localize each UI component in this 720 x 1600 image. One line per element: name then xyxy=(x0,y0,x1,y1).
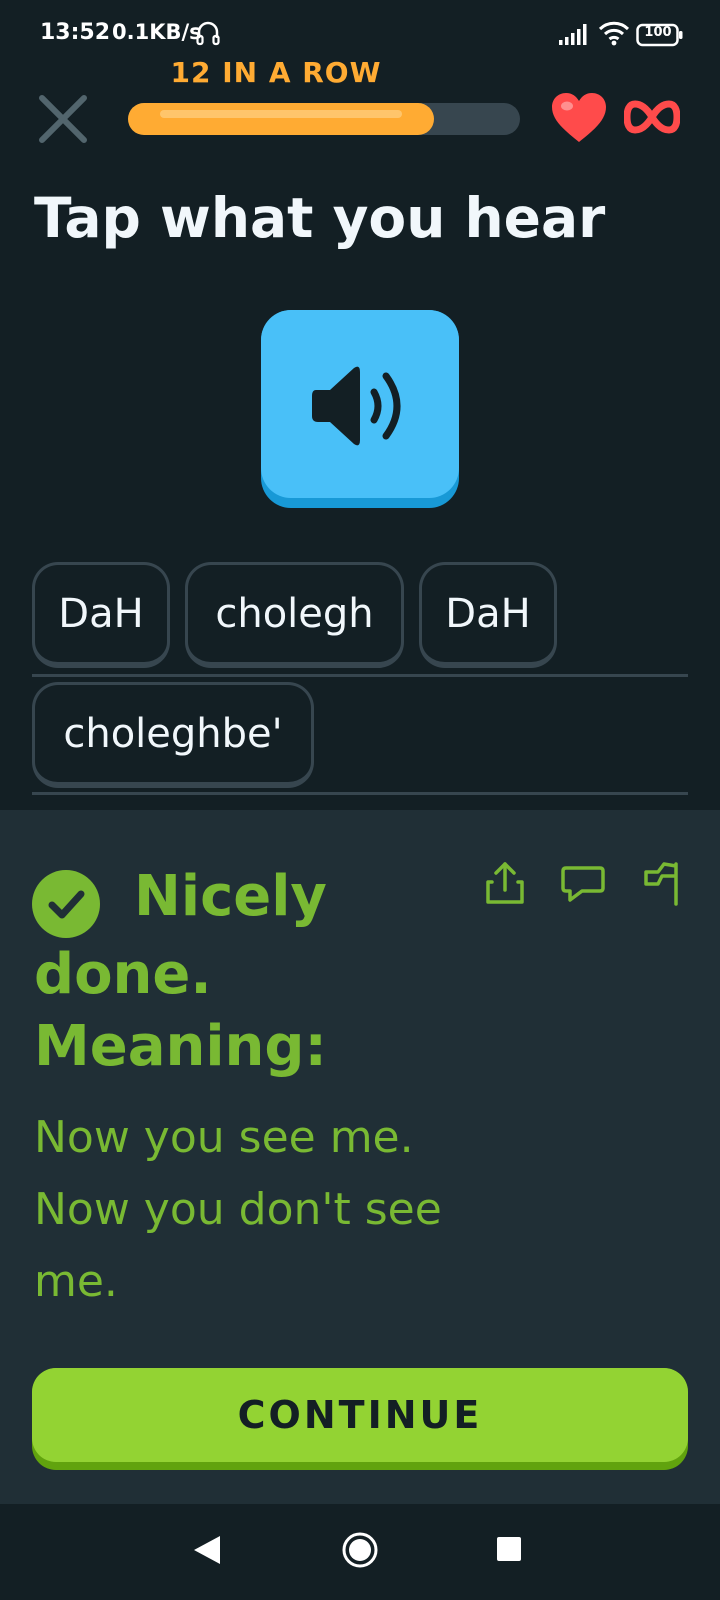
discuss-icon[interactable] xyxy=(560,860,606,906)
battery-level: 100 xyxy=(644,25,672,40)
progress-shine xyxy=(160,110,402,118)
heart-icon[interactable] xyxy=(550,92,608,144)
word-chip[interactable]: DaH xyxy=(419,562,557,668)
headphone-icon xyxy=(196,21,220,46)
continue-button[interactable]: CONTINUE xyxy=(32,1368,688,1470)
system-nav-bar xyxy=(0,1504,720,1600)
word-bank-line xyxy=(32,792,688,795)
signal-icon xyxy=(559,24,587,45)
report-flag-icon[interactable] xyxy=(640,860,686,906)
close-icon[interactable] xyxy=(36,92,90,146)
word-chip[interactable]: cholegh xyxy=(185,562,404,668)
word-chip[interactable]: choleghbe' xyxy=(32,682,314,788)
exercise-title: Tap what you hear xyxy=(34,186,606,250)
home-icon[interactable] xyxy=(340,1530,380,1570)
word-bank-line xyxy=(32,674,688,677)
streak-label: 12 IN A ROW xyxy=(170,56,382,89)
infinity-icon xyxy=(624,100,680,134)
play-audio-button[interactable] xyxy=(261,310,459,508)
feedback-headline: Nicely done. xyxy=(34,864,327,1007)
status-time: 13:52 xyxy=(40,20,111,45)
meaning-label: Meaning: xyxy=(34,1014,327,1079)
feedback-panel: Nicely done. Meaning: Now you see me. No… xyxy=(0,810,720,1504)
meaning-text: Now you see me. Now you don't see me. xyxy=(34,1112,442,1307)
progress-fill xyxy=(128,103,434,135)
recents-icon[interactable] xyxy=(496,1536,522,1562)
play-audio-face xyxy=(261,310,459,498)
back-icon[interactable] xyxy=(190,1532,224,1568)
lesson-progress-bar xyxy=(128,103,520,135)
status-network-speed: 0.1KB/s xyxy=(112,20,202,44)
word-chip[interactable]: DaH xyxy=(32,562,170,668)
share-icon[interactable] xyxy=(482,860,528,906)
speaker-icon xyxy=(312,366,401,446)
wifi-icon xyxy=(598,21,630,46)
continue-label: CONTINUE xyxy=(32,1368,688,1462)
